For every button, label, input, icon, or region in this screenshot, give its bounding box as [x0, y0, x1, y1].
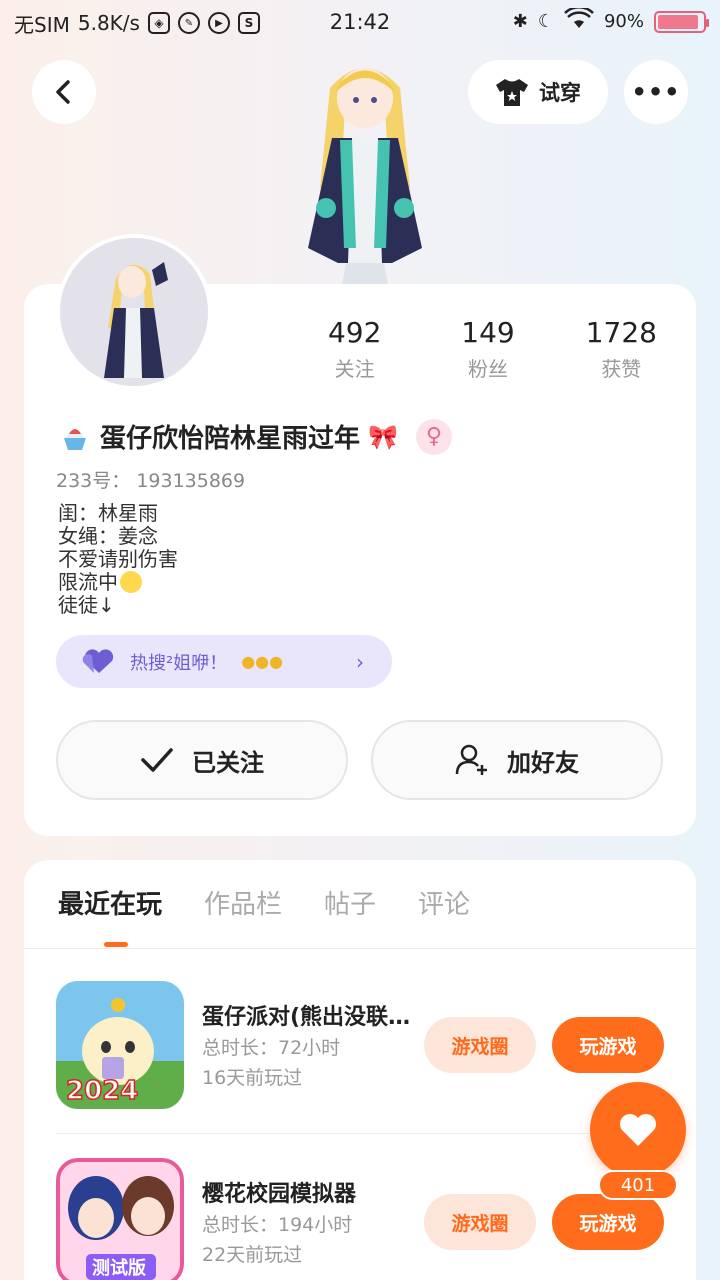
ribbon-icon: 🎀	[368, 422, 398, 451]
id-value: 193135869	[136, 470, 246, 492]
game-duration: 总时长：72小时	[202, 1037, 341, 1059]
percent-sign: %	[626, 11, 644, 32]
game-title: 樱花校园模拟器	[202, 1182, 357, 1207]
stat-value: 492	[327, 316, 382, 349]
game-circle-button[interactable]: 游戏圈	[424, 1194, 536, 1250]
tab-comments[interactable]: 评论	[418, 884, 470, 921]
net-speed-label: 5.8K/s	[77, 11, 140, 35]
avatar-3d-character[interactable]	[290, 48, 440, 284]
stat-fans[interactable]: 149 粉丝	[421, 316, 554, 382]
stat-label: 粉丝	[467, 357, 508, 381]
app-notification-icon: ◈	[147, 12, 170, 34]
like-button[interactable]	[590, 1082, 686, 1178]
check-icon	[141, 748, 173, 772]
add-friend-label: 加好友	[507, 748, 579, 777]
username-row: 蛋仔欣怡陪林星雨过年 🎀 ♀	[58, 418, 452, 455]
game-title: 蛋仔派对(熊出没联动)	[202, 1005, 412, 1030]
id-label: 233号：	[56, 470, 131, 492]
play-game-button[interactable]: 玩游戏	[552, 1194, 664, 1250]
game-icon: 测试版	[56, 1158, 184, 1280]
tab-indicator	[104, 942, 128, 947]
palette-notification-icon: ✎	[177, 12, 200, 34]
stat-following[interactable]: 492 关注	[288, 316, 421, 382]
game-last-played: 16天前玩过	[202, 1067, 303, 1089]
tshirt-icon	[496, 79, 528, 106]
bio-line: 不爱请别伤害	[58, 547, 178, 571]
battery-fill	[658, 14, 698, 29]
game-duration: 总时长：194小时	[202, 1214, 353, 1236]
game-circle-button[interactable]: 游戏圈	[424, 1017, 536, 1073]
bluetooth-icon: ✱	[512, 11, 528, 32]
tab-posts[interactable]: 帖子	[324, 884, 376, 921]
try-on-button[interactable]: 试穿	[468, 60, 608, 124]
tab-recently-played[interactable]: 最近在玩	[58, 884, 162, 921]
back-button[interactable]	[32, 60, 96, 124]
game-icon-badge: 测试版	[92, 1257, 146, 1279]
wifi-icon	[564, 6, 594, 35]
bio-line: 徒徒↓	[58, 593, 115, 617]
battery-percent: 90	[603, 11, 627, 32]
tab-works[interactable]: 作品栏	[204, 884, 282, 921]
hot-search-text: 热搜²姐咿！	[130, 652, 228, 674]
avatar-image	[60, 238, 208, 386]
sunglasses-emoji-icon: ●●●	[241, 652, 284, 671]
try-on-label: 试穿	[539, 81, 581, 105]
game-icon-badge: 2024	[66, 1076, 138, 1106]
list-item[interactable]: 测试版 樱花校园模拟器 总时长：194小时 22天前玩过 游戏圈 玩游戏	[56, 1158, 668, 1280]
bio-line: 限流中	[58, 570, 118, 594]
username: 蛋仔欣怡陪林星雨过年	[100, 424, 361, 454]
battery-icon	[654, 10, 709, 33]
bio-line: 女绳：姜念	[58, 524, 158, 548]
followed-button[interactable]: 已关注	[56, 720, 348, 800]
moon-icon: ☾	[537, 11, 554, 32]
carrier-label: 无SIM	[14, 12, 70, 37]
divider	[56, 1133, 668, 1134]
blush-emoji-icon	[120, 571, 142, 593]
more-dots-icon: •••	[631, 78, 681, 106]
play-notification-icon: ▶	[207, 12, 230, 34]
divider	[24, 948, 696, 949]
female-icon: ♀	[415, 418, 452, 455]
bio: 闺：林星雨 女绳：姜念 不爱请别伤害 限流中 徒徒↓	[58, 502, 178, 617]
shaved-ice-icon	[64, 428, 86, 450]
play-game-button[interactable]: 玩游戏	[552, 1017, 664, 1073]
list-item[interactable]: 2024 蛋仔派对(熊出没联动) 总时长：72小时 16天前玩过 游戏圈 玩游戏	[56, 981, 668, 1111]
game-last-played: 22天前玩过	[202, 1244, 303, 1266]
more-button[interactable]: •••	[624, 60, 688, 124]
stat-value: 1728	[585, 316, 657, 349]
stat-likes[interactable]: 1728 获赞	[555, 316, 688, 382]
chevron-left-icon	[56, 80, 70, 104]
status-bar: 无SIM 5.8K/s ◈ ✎ ▶ S 21:42 ✱ ☾ 90%	[0, 0, 720, 46]
add-friend-button[interactable]: 加好友	[371, 720, 663, 800]
heart-icon	[82, 648, 114, 673]
stat-label: 关注	[334, 357, 375, 381]
user-id[interactable]: 233号： 193135869	[56, 466, 245, 493]
heart-icon	[620, 1114, 656, 1146]
followed-label: 已关注	[192, 748, 264, 777]
bio-line: 闺：林星雨	[58, 501, 158, 525]
game-icon: 2024	[56, 981, 184, 1109]
s-notification-icon: S	[237, 12, 260, 34]
like-count: 401	[598, 1170, 678, 1200]
chevron-right-icon: ›	[356, 649, 364, 674]
profile-tabs: 最近在玩 作品栏 帖子 评论	[58, 884, 470, 921]
add-user-icon	[455, 744, 487, 775]
stat-value: 149	[461, 316, 515, 349]
stat-label: 获赞	[601, 357, 642, 381]
hot-search-banner[interactable]: 热搜²姐咿！ ●●● ›	[56, 635, 392, 688]
avatar[interactable]	[56, 234, 212, 390]
profile-stats: 492 关注 149 粉丝 1728 获赞	[288, 316, 688, 382]
